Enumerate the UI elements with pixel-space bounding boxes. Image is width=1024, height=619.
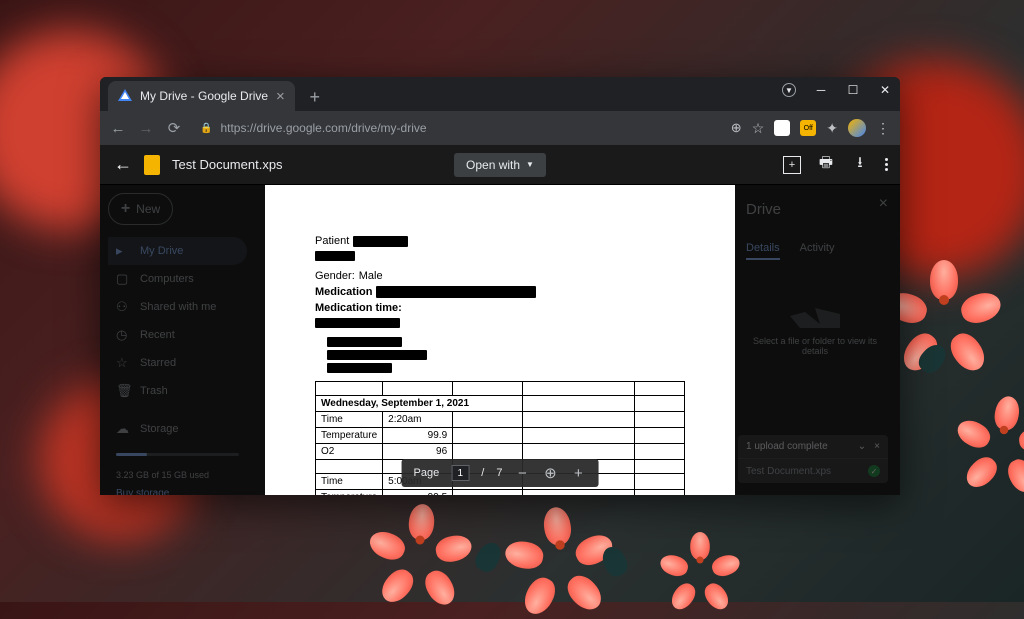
lock-icon: 🔒 xyxy=(200,123,212,134)
page-input[interactable] xyxy=(451,465,469,481)
sidebar-item-shared[interactable]: ⚇Shared with me xyxy=(108,293,247,321)
extensions-icon[interactable]: ✦ xyxy=(826,120,838,137)
account-icon[interactable]: ▼ xyxy=(782,83,796,97)
search-icon[interactable]: ⊕ xyxy=(731,120,742,136)
table-row: Temperature99.9 xyxy=(316,428,685,444)
redacted-text xyxy=(327,337,402,347)
cloud-icon: ☁ xyxy=(116,421,130,437)
window-controls: ▼ ─ ☐ ✕ xyxy=(782,83,892,97)
new-button[interactable]: + New xyxy=(108,193,173,225)
viewer-filename: Test Document.xps xyxy=(172,157,283,172)
page-label: Page xyxy=(414,467,440,479)
chevron-down-icon: ▼ xyxy=(526,160,534,169)
url-text: https://drive.google.com/drive/my-drive xyxy=(220,121,426,135)
page-total: 7 xyxy=(496,467,502,479)
minimize-icon[interactable]: ─ xyxy=(814,83,828,97)
star-icon[interactable]: ☆ xyxy=(752,120,765,137)
zoom-reset-icon[interactable]: ⊕ xyxy=(542,464,558,482)
details-close-icon[interactable]: × xyxy=(879,195,888,213)
download-icon[interactable]: ⭳ xyxy=(851,156,869,174)
gender-value: Male xyxy=(359,270,383,282)
tab-close-icon[interactable]: × xyxy=(276,88,285,105)
extension-icon-1[interactable] xyxy=(774,120,790,136)
redacted-text xyxy=(327,363,392,373)
content-area: + New ▸My Drive ▢Computers ⚇Shared with … xyxy=(100,185,900,495)
viewer-toolbar: ← Test Document.xps Open with ▼ + 🖶 ⭳ xyxy=(100,145,900,185)
new-tab-button[interactable]: + xyxy=(303,85,327,109)
add-to-drive-icon[interactable]: + xyxy=(783,156,801,174)
my-drive-icon: ▸ xyxy=(116,243,130,259)
browser-tab[interactable]: My Drive - Google Drive × xyxy=(108,81,295,111)
upload-filename[interactable]: Test Document.xps xyxy=(746,466,831,477)
page-controls: Page / 7 − ⊕ + xyxy=(402,459,599,487)
print-icon[interactable]: 🖶 xyxy=(817,156,835,174)
details-message: Select a file or folder to view its deta… xyxy=(738,336,892,356)
sidebar-item-recent[interactable]: ◷Recent xyxy=(108,321,247,349)
profile-avatar[interactable] xyxy=(848,119,866,137)
viewer-back-icon[interactable]: ← xyxy=(114,154,132,175)
chrome-menu-icon[interactable]: ⋮ xyxy=(876,120,890,137)
medication-label: Medication xyxy=(315,286,372,298)
toast-chevron-icon[interactable]: ⌄ xyxy=(858,441,866,452)
document-page[interactable]: Patient Gender: Male Medication Medicati… xyxy=(265,185,735,495)
sidebar-item-storage[interactable]: ☁Storage xyxy=(108,415,247,443)
details-panel-title: Drive xyxy=(738,193,892,226)
tab-details[interactable]: Details xyxy=(746,242,780,260)
patient-label: Patient xyxy=(315,235,349,247)
url-field[interactable]: 🔒 https://drive.google.com/drive/my-driv… xyxy=(194,121,719,135)
storage-bar xyxy=(116,453,239,456)
table-row: Temperature99.5 xyxy=(316,490,685,496)
address-bar: ← → ⟳ 🔒 https://drive.google.com/drive/m… xyxy=(100,111,900,145)
table-date-header: Wednesday, September 1, 2021 xyxy=(316,396,523,412)
drive-favicon xyxy=(118,89,132,103)
sidebar-item-trash[interactable]: 🗑Trash xyxy=(108,377,247,405)
shared-icon: ⚇ xyxy=(116,299,130,315)
upload-toast: 1 upload complete ⌄ × Test Document.xps ✓ xyxy=(738,435,888,483)
browser-window: My Drive - Google Drive × + ▼ ─ ☐ ✕ ← → … xyxy=(100,77,900,495)
gender-label: Gender: xyxy=(315,270,355,282)
reload-icon[interactable]: ⟳ xyxy=(166,119,182,137)
file-type-icon xyxy=(144,155,160,175)
redacted-text xyxy=(376,286,536,298)
redacted-text xyxy=(315,318,400,328)
trash-icon: 🗑 xyxy=(116,383,130,399)
recent-icon: ◷ xyxy=(116,327,130,343)
tab-title: My Drive - Google Drive xyxy=(140,89,268,103)
table-row: O296 xyxy=(316,444,685,460)
new-label: New xyxy=(136,202,160,216)
medication-time-label: Medication time: xyxy=(315,302,402,314)
zoom-in-icon[interactable]: + xyxy=(570,465,586,482)
open-with-label: Open with xyxy=(466,158,520,172)
toast-close-icon[interactable]: × xyxy=(874,441,880,452)
back-icon[interactable]: ← xyxy=(110,120,126,137)
sidebar-item-my-drive[interactable]: ▸My Drive xyxy=(108,237,247,265)
extension-icon-2[interactable]: Off xyxy=(800,120,816,136)
plus-icon: + xyxy=(121,200,130,218)
computers-icon: ▢ xyxy=(116,271,130,287)
zoom-out-icon[interactable]: − xyxy=(514,465,530,482)
check-icon: ✓ xyxy=(868,465,880,477)
sidebar-item-starred[interactable]: ☆Starred xyxy=(108,349,247,377)
maximize-icon[interactable]: ☐ xyxy=(846,83,860,97)
forward-icon[interactable]: → xyxy=(138,120,154,137)
details-placeholder-icon xyxy=(790,288,840,328)
sidebar-item-computers[interactable]: ▢Computers xyxy=(108,265,247,293)
buy-storage-link[interactable]: Buy storage xyxy=(108,484,247,495)
tab-activity[interactable]: Activity xyxy=(800,242,835,260)
redacted-text xyxy=(353,236,408,247)
close-window-icon[interactable]: ✕ xyxy=(878,83,892,97)
redacted-text xyxy=(327,350,427,360)
upload-header: 1 upload complete xyxy=(746,441,828,452)
page-sep: / xyxy=(481,467,484,479)
tab-bar: My Drive - Google Drive × + ▼ ─ ☐ ✕ xyxy=(100,77,900,111)
redacted-text xyxy=(315,251,355,261)
table-row: Time2:20am xyxy=(316,412,685,428)
starred-icon: ☆ xyxy=(116,355,130,371)
more-actions-icon[interactable] xyxy=(885,158,888,171)
storage-text: 3.23 GB of 15 GB used xyxy=(108,466,247,484)
open-with-button[interactable]: Open with ▼ xyxy=(454,153,546,177)
